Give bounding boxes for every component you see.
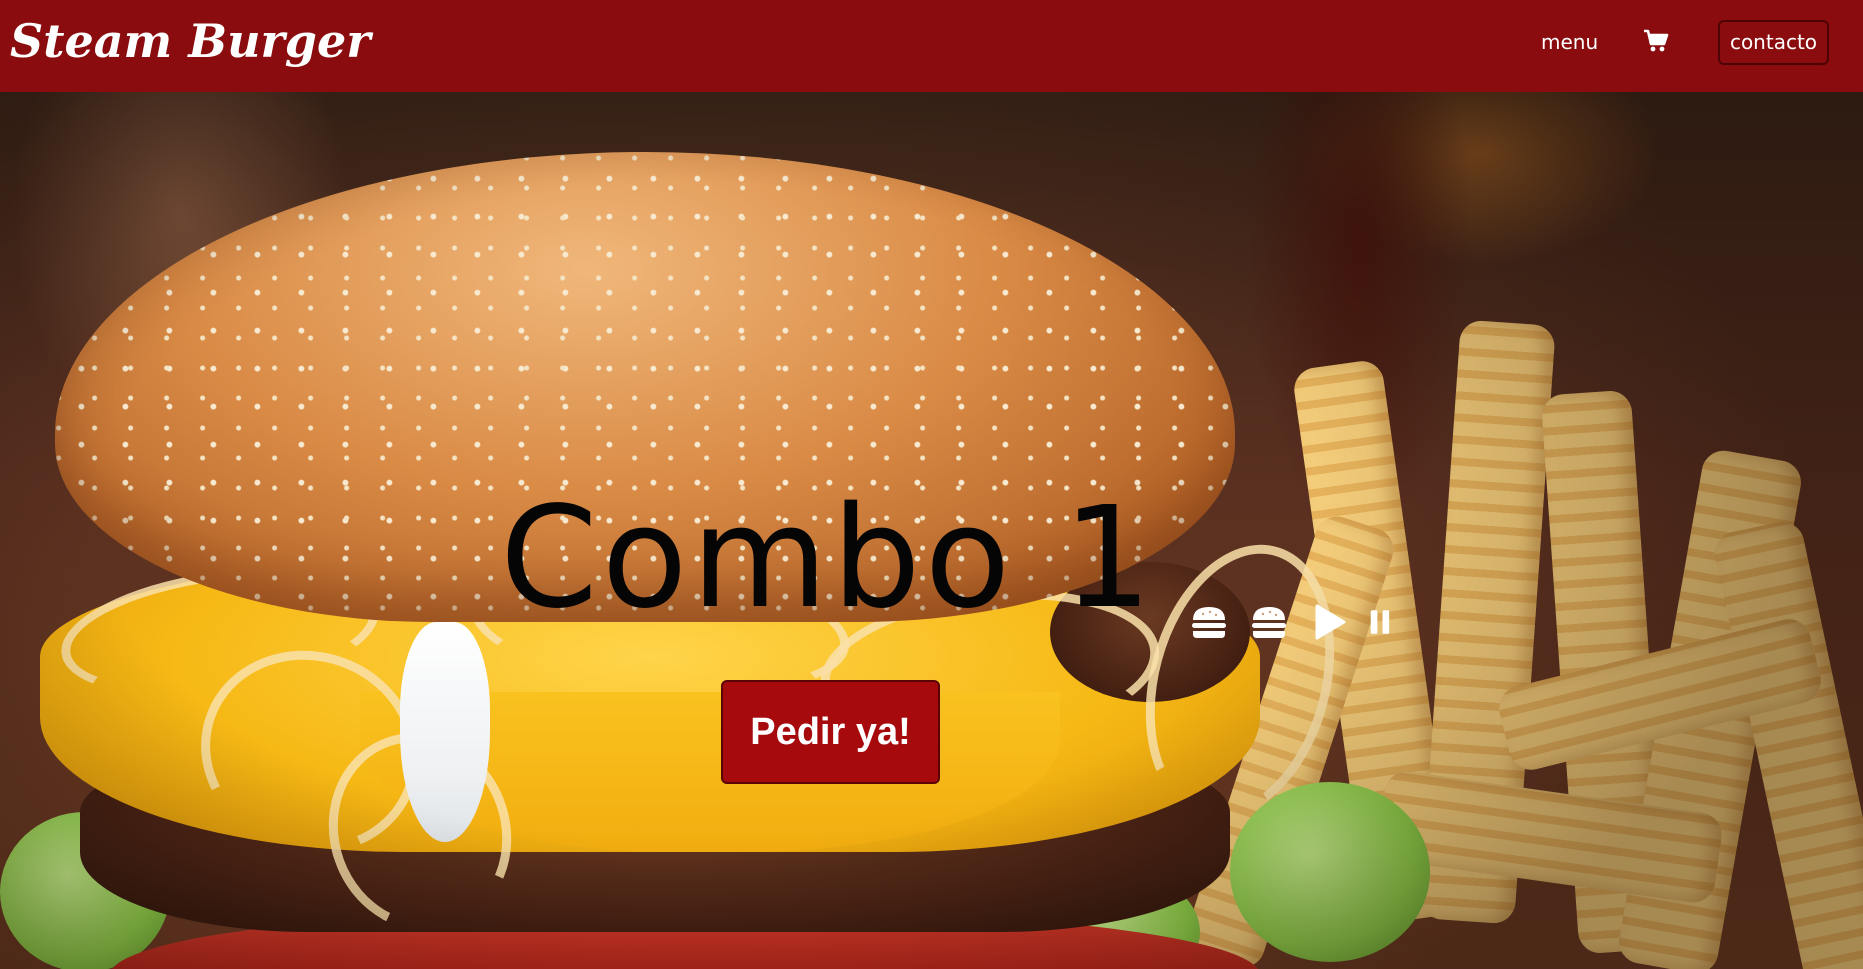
cart-link[interactable] — [1643, 27, 1669, 55]
burger-icon[interactable] — [1250, 603, 1288, 641]
hero-carousel: Combo 1 Pedir ya! — [0, 92, 1863, 969]
burger-icon[interactable] — [1190, 603, 1228, 641]
carousel-controls — [1190, 600, 1398, 644]
nav-menu-link[interactable]: menu — [1541, 28, 1598, 56]
play-icon[interactable] — [1310, 603, 1348, 641]
contact-button[interactable]: contacto — [1718, 20, 1829, 65]
hero-title: Combo 1 — [500, 477, 1156, 640]
navbar: Steam Burger menu contacto — [0, 0, 1863, 92]
cart-icon — [1644, 29, 1669, 52]
order-now-button[interactable]: Pedir ya! — [721, 680, 940, 784]
pause-icon[interactable] — [1370, 603, 1398, 641]
brand-logo[interactable]: Steam Burger — [10, 10, 370, 72]
